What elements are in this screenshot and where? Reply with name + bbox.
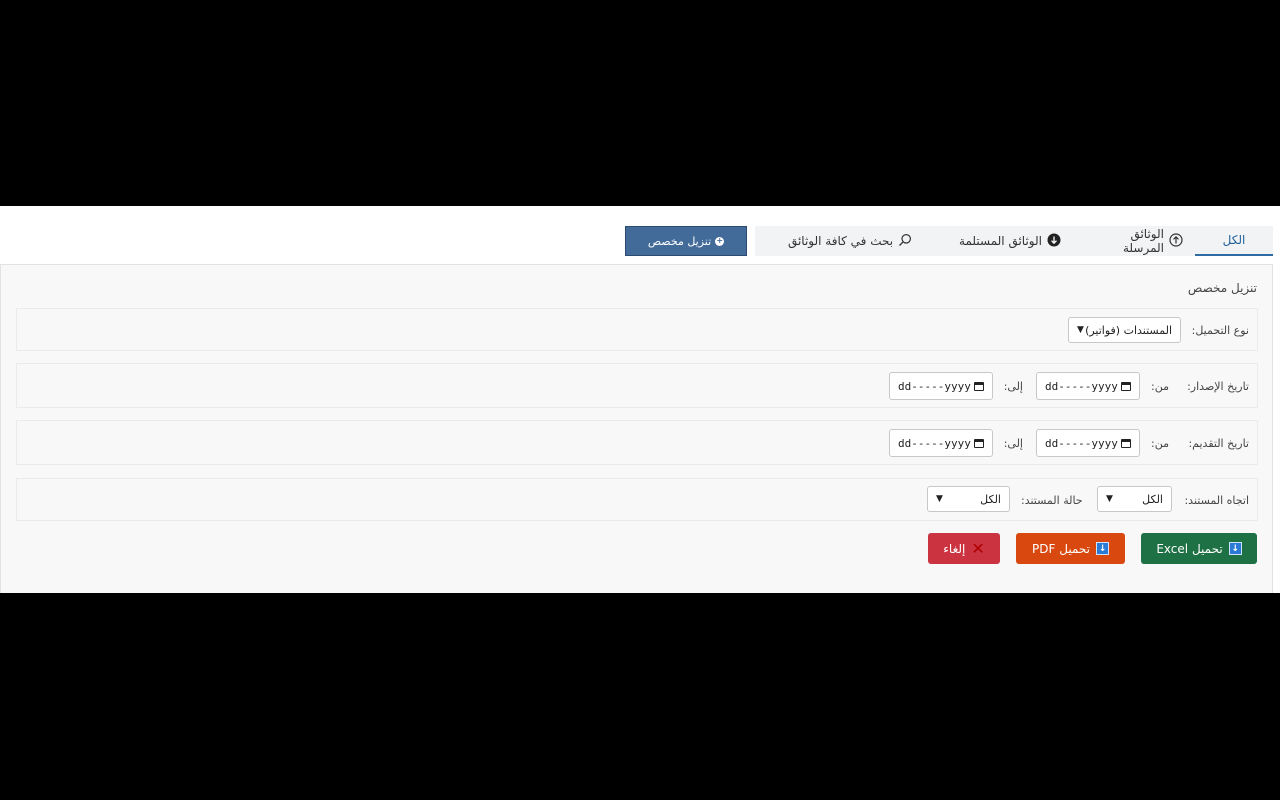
chevron-down-icon: ▼ [1077,325,1084,335]
issue-date-to-value: dd-----yyyy [898,379,971,393]
download-type-row: نوع التحميل: المستندات (فواتير) ▼ [16,308,1258,351]
download-circle-icon [1047,233,1061,250]
tab-search-all-documents[interactable]: بحث في كافة الوثائق [755,226,945,256]
tab-label: بحث في كافة الوثائق [787,234,894,248]
tab-received-documents[interactable]: الوثائق المستلمة [945,226,1075,256]
upload-circle-icon [1169,232,1183,250]
submission-date-label: تاريخ التقديم: [1188,437,1249,450]
direction-label: اتجاه المستند: [1184,494,1249,507]
submission-date-from-label: من: [1151,437,1169,450]
status-label: حالة المستند: [1021,494,1083,507]
submission-date-row: تاريخ التقديم: من: dd-----yyyy إلى: dd--… [16,420,1258,465]
issue-date-row: تاريخ الإصدار: من: dd-----yyyy إلى: dd--… [16,363,1258,408]
download-type-label: نوع التحميل: [1191,324,1249,337]
calendar-icon[interactable] [1121,438,1131,448]
issue-date-to-input[interactable]: dd-----yyyy [889,372,993,400]
app-screen: الكل الوثائق المرسلة الوثائق المستلمة بح… [0,206,1280,593]
download-type-value: المستندات (فواتير) [1085,323,1172,337]
download-type-select[interactable]: المستندات (فواتير) ▼ [1068,317,1181,343]
tab-label: الكل [1222,233,1246,247]
calendar-icon[interactable] [974,381,984,391]
download-excel-button[interactable]: ↓ تحميل Excel [1141,533,1257,564]
download-icon: ↓ [1228,542,1242,555]
download-excel-label: تحميل Excel [1156,541,1223,556]
submission-date-to-input[interactable]: dd-----yyyy [889,429,993,457]
direction-status-row: اتجاه المستند: الكل ▼ حالة المستند: الكل… [16,478,1258,521]
direction-select[interactable]: الكل ▼ [1097,486,1172,512]
calendar-icon[interactable] [1121,381,1131,391]
download-pdf-label: تحميل PDF [1032,541,1090,556]
submission-date-to-label: إلى: [1003,437,1023,450]
submission-date-from-value: dd-----yyyy [1045,436,1118,450]
status-value: الكل [980,492,1001,506]
tab-all[interactable]: الكل [1195,226,1273,256]
direction-value: الكل [1142,492,1163,506]
custom-download-label: تنزيل مخصص [647,234,712,248]
issue-date-from-label: من: [1151,380,1169,393]
download-icon: ↓ [1095,542,1109,555]
submission-date-to-value: dd-----yyyy [898,436,971,450]
download-pdf-button[interactable]: ↓ تحميل PDF [1016,533,1125,564]
cancel-button[interactable]: ✕ إلغاء [928,533,1000,564]
tab-label: الوثائق المستلمة [959,234,1042,248]
issue-date-from-value: dd-----yyyy [1045,379,1118,393]
issue-date-to-label: إلى: [1003,380,1023,393]
search-icon [898,233,912,250]
close-icon: ✕ [971,538,985,558]
custom-download-button[interactable]: + تنزيل مخصص [625,226,747,256]
issue-date-from-input[interactable]: dd-----yyyy [1036,372,1140,400]
cancel-label: إلغاء [943,541,966,556]
plus-circle-icon: + [715,236,725,246]
submission-date-from-input[interactable]: dd-----yyyy [1036,429,1140,457]
panel-title: تنزيل مخصص [1187,281,1257,295]
tab-label: الوثائق المرسلة [1122,227,1164,255]
document-tabs: الكل الوثائق المرسلة الوثائق المستلمة بح… [755,226,1273,256]
chevron-down-icon: ▼ [936,494,943,504]
issue-date-label: تاريخ الإصدار: [1187,380,1249,393]
status-select[interactable]: الكل ▼ [927,486,1010,512]
chevron-down-icon: ▼ [1106,494,1113,504]
calendar-icon[interactable] [974,438,984,448]
tab-sent-documents[interactable]: الوثائق المرسلة [1075,226,1195,256]
